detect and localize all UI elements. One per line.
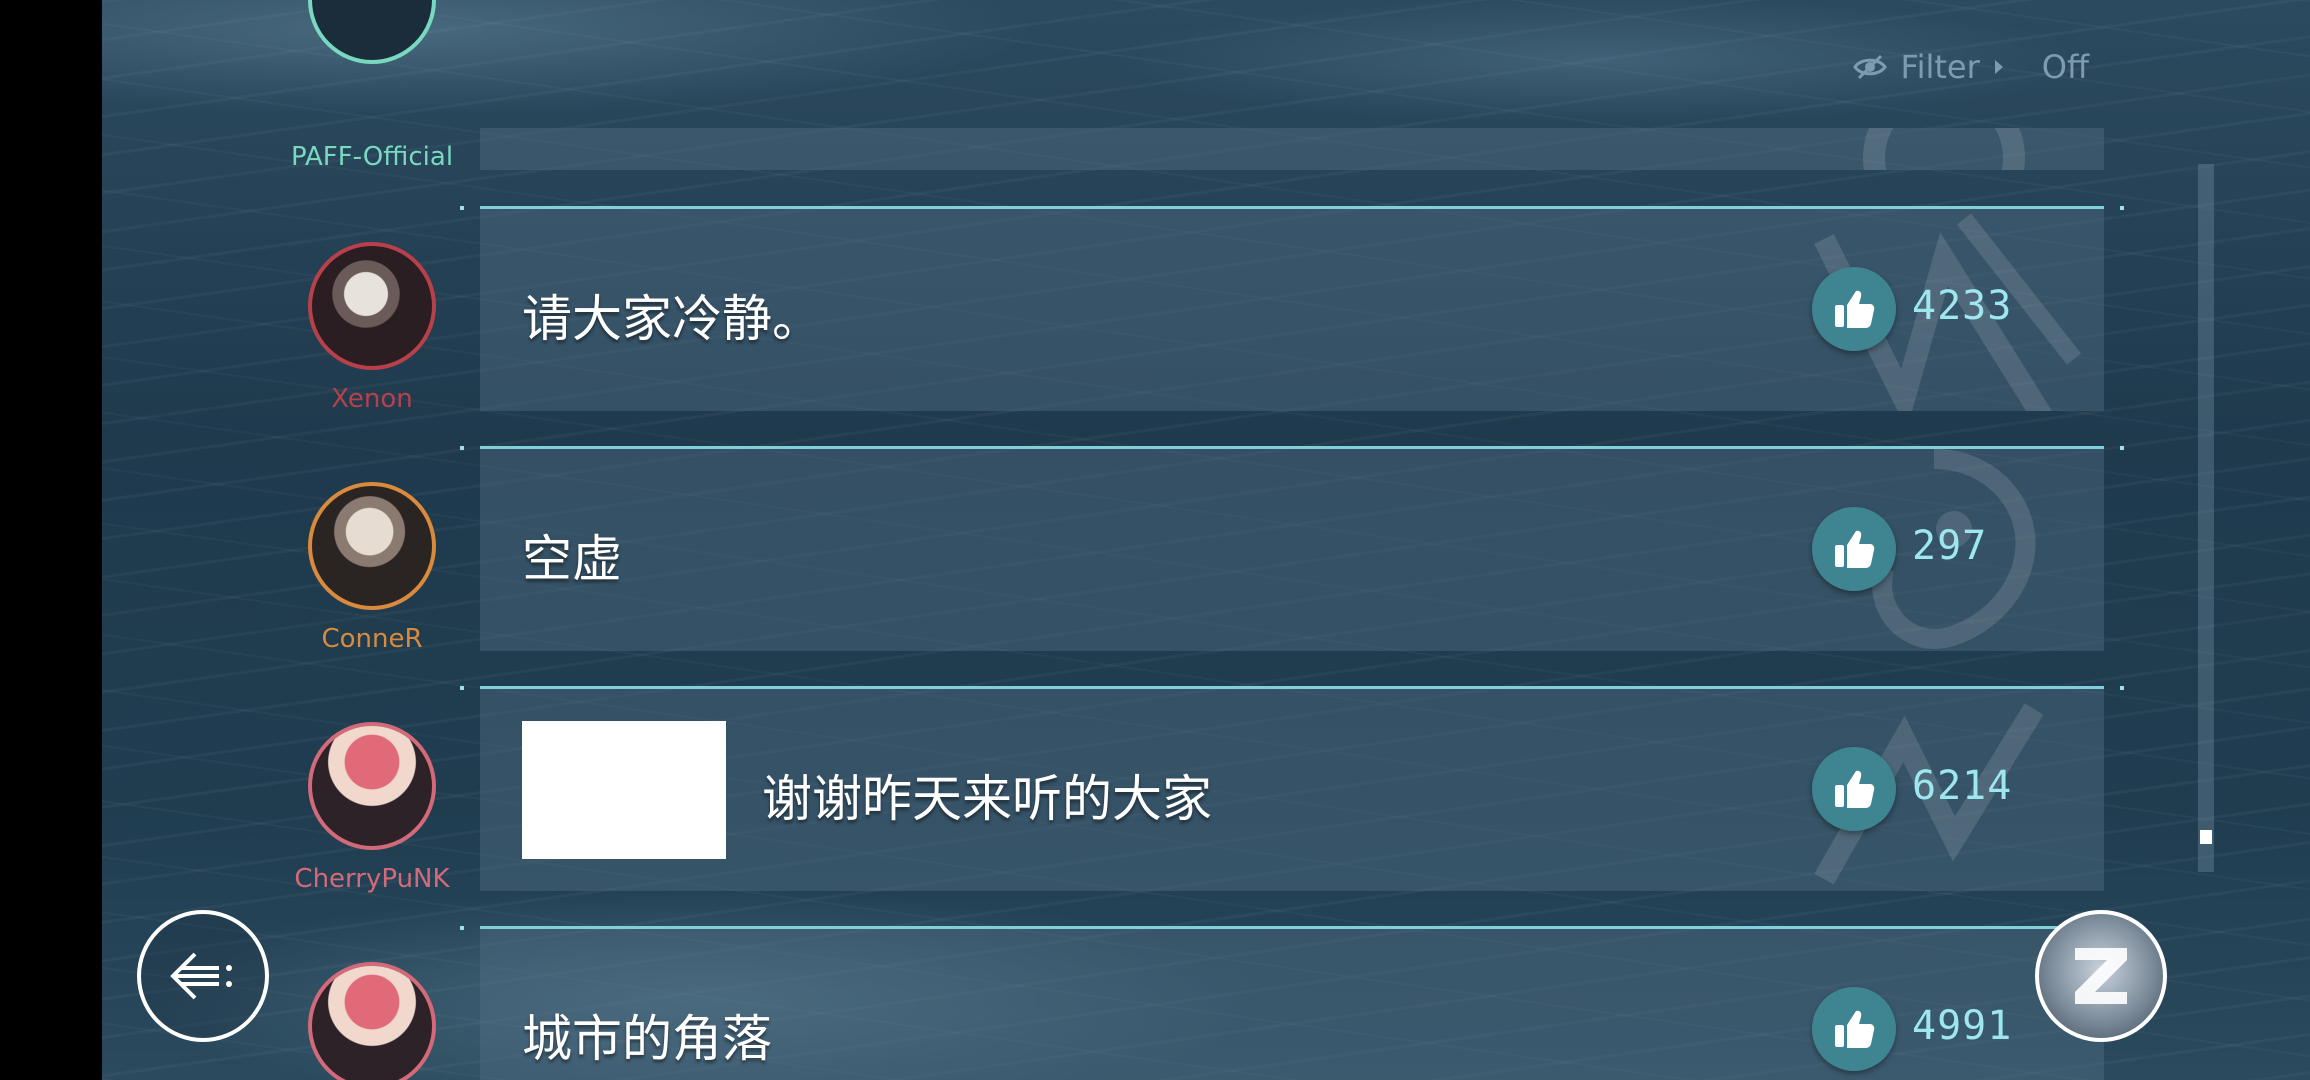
separator-dot — [460, 686, 464, 690]
comment-card[interactable]: 谢谢昨天来听的大家 6214 — [480, 686, 2104, 891]
comment-text: 请大家冷静。 — [522, 290, 822, 348]
separator-dot — [460, 206, 464, 210]
like-count: 4991 — [1912, 1003, 2013, 1049]
like-count: 297 — [1912, 523, 1988, 569]
eye-slash-icon — [1852, 54, 1887, 80]
username: Xenon — [331, 384, 413, 414]
like-button[interactable] — [1812, 747, 1896, 831]
avatar[interactable] — [308, 482, 436, 610]
thumbs-up-icon — [1835, 770, 1875, 808]
username: PAFF-Official — [290, 142, 454, 172]
avatar[interactable] — [308, 722, 436, 850]
caret-right-icon — [1994, 60, 2003, 74]
comment-card[interactable]: 空虚 297 — [480, 446, 2104, 651]
comment-text: 空虚 — [522, 530, 622, 588]
home-emblem-button[interactable] — [2035, 910, 2167, 1042]
thumbs-up-icon — [1835, 530, 1875, 568]
avatar[interactable] — [308, 242, 436, 370]
comment-screen: Filter Off PAFF-Official Xenon 请大家冷静。 42… — [102, 0, 2310, 1080]
like-button[interactable] — [1812, 267, 1896, 351]
separator-dot — [2120, 446, 2124, 450]
comment-card[interactable] — [480, 128, 2104, 170]
emblem-watermark-icon — [1863, 128, 2025, 170]
separator-dot — [460, 926, 464, 930]
separator-dot — [2120, 686, 2124, 690]
back-button[interactable] — [137, 910, 269, 1042]
thumbs-up-icon — [1835, 290, 1875, 328]
avatar[interactable] — [308, 0, 436, 64]
scrollbar-track[interactable] — [2198, 164, 2214, 872]
separator-dot — [2120, 206, 2124, 210]
comment-card[interactable]: 请大家冷静。 4233 — [480, 206, 2104, 411]
username: ConneR — [321, 624, 423, 654]
thumbs-up-icon — [1835, 1010, 1875, 1048]
filter-toggle[interactable]: Filter Off — [1852, 48, 2089, 86]
emblem-z-icon — [2075, 948, 2127, 1004]
comment-card[interactable]: 城市的角落 4991 — [480, 926, 2104, 1080]
left-black-bar — [0, 0, 102, 1080]
separator-dot — [460, 446, 464, 450]
username: CherryPuNK — [294, 864, 450, 894]
back-arrow-icon — [170, 952, 232, 1000]
like-count: 6214 — [1912, 763, 2013, 809]
comment-image[interactable] — [522, 721, 726, 859]
like-button[interactable] — [1812, 987, 1896, 1071]
scrollbar-thumb[interactable] — [2200, 830, 2212, 844]
comment-text: 城市的角落 — [522, 1010, 772, 1068]
filter-label: Filter — [1900, 48, 1980, 86]
like-button[interactable] — [1812, 507, 1896, 591]
filter-value: Off — [2041, 48, 2089, 86]
like-count: 4233 — [1912, 283, 2013, 329]
avatar[interactable] — [308, 962, 436, 1080]
comment-text: 谢谢昨天来听的大家 — [762, 770, 1212, 828]
